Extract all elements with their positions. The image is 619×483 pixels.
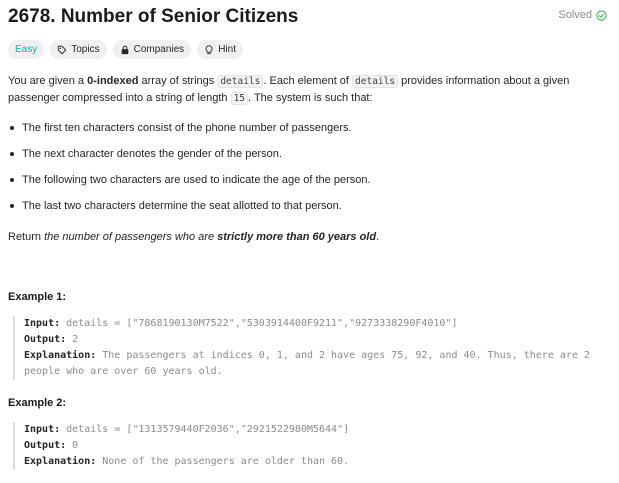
check-circle-icon	[596, 9, 607, 21]
example-explanation-line: Explanation: None of the passengers are …	[24, 454, 594, 470]
example-input-line: Input: details = ["1313579440F2036","292…	[24, 422, 594, 438]
topics-button[interactable]: Topics	[50, 40, 107, 59]
lightbulb-icon	[205, 44, 213, 54]
text-segment: . Each element of	[263, 75, 353, 87]
output-value: 2	[66, 334, 79, 345]
input-label: Input:	[24, 318, 61, 329]
return-statement: Return the number of passengers who are …	[8, 229, 379, 245]
inline-code: details	[352, 75, 399, 88]
output-label: Output:	[24, 334, 67, 345]
inline-code: details	[217, 75, 264, 88]
bold-italic-text: strictly more than 60 years old	[217, 231, 377, 243]
example-explanation-line: Explanation: The passengers at indices 0…	[24, 348, 594, 380]
tag-bar: Easy Topics Companies Hint	[8, 40, 243, 59]
list-item-text: The next character denotes the gender of…	[22, 148, 282, 160]
example-1-heading: Example 1:	[8, 291, 67, 303]
solved-status[interactable]: Solved	[558, 9, 607, 21]
input-value: details = ["1313579440F2036","2921522980…	[60, 424, 350, 435]
bold-text: 0-indexed	[87, 75, 139, 87]
example-2-heading: Example 2:	[8, 397, 67, 409]
solved-label: Solved	[558, 9, 592, 21]
output-label: Output:	[24, 440, 67, 451]
companies-button[interactable]: Companies	[112, 40, 192, 59]
topics-label: Topics	[71, 44, 100, 55]
example-2-block: Input: details = ["1313579440F2036","292…	[13, 422, 594, 470]
text-segment: . The system is such that:	[248, 92, 373, 104]
hint-label: Hint	[218, 44, 236, 55]
example-output-line: Output: 2	[24, 332, 594, 348]
problem-description: You are given a 0-indexed array of strin…	[8, 73, 608, 470]
italic-text: the number of passengers who are	[44, 231, 218, 243]
list-item: The first ten characters consist of the …	[8, 120, 371, 146]
tag-icon	[58, 45, 67, 54]
inline-code: 15	[230, 92, 249, 105]
list-item-text: The following two characters are used to…	[22, 174, 371, 186]
companies-label: Companies	[133, 44, 185, 55]
text-segment: You are given a	[8, 75, 88, 87]
difficulty-badge: Easy	[8, 40, 45, 59]
explanation-value: The passengers at indices 0, 1, and 2 ha…	[24, 350, 596, 377]
lock-icon	[121, 45, 128, 54]
rules-list: The first ten characters consist of the …	[8, 120, 371, 224]
list-item: The following two characters are used to…	[8, 172, 371, 198]
list-item-text: The first ten characters consist of the …	[22, 122, 352, 134]
difficulty-label: Easy	[15, 44, 38, 55]
hint-button[interactable]: Hint	[197, 40, 243, 59]
list-item-text: The last two characters determine the se…	[22, 200, 342, 212]
example-input-line: Input: details = ["7868190130M7522","530…	[24, 316, 594, 332]
bullet-icon	[10, 152, 14, 156]
problem-title: 2678. Number of Senior Citizens	[8, 6, 299, 27]
bullet-icon	[10, 204, 14, 208]
input-value: details = ["7868190130M7522","5303914400…	[60, 318, 458, 329]
explanation-value: None of the passengers are older than 60…	[96, 456, 350, 467]
explanation-label: Explanation:	[24, 350, 97, 361]
list-item: The last two characters determine the se…	[8, 198, 371, 224]
example-1-block: Input: details = ["7868190130M7522","530…	[13, 316, 594, 380]
text-segment: Return	[8, 231, 45, 243]
text-segment: .	[376, 231, 380, 243]
explanation-label: Explanation:	[24, 456, 97, 467]
bullet-icon	[10, 126, 14, 130]
input-label: Input:	[24, 424, 61, 435]
description-paragraph: You are given a 0-indexed array of strin…	[8, 73, 608, 107]
output-value: 0	[66, 440, 79, 451]
list-item: The next character denotes the gender of…	[8, 146, 371, 172]
problem-header: 2678. Number of Senior Citizens Solved	[8, 4, 611, 32]
bullet-icon	[10, 178, 14, 182]
text-segment: array of strings	[138, 75, 218, 87]
example-output-line: Output: 0	[24, 438, 594, 454]
